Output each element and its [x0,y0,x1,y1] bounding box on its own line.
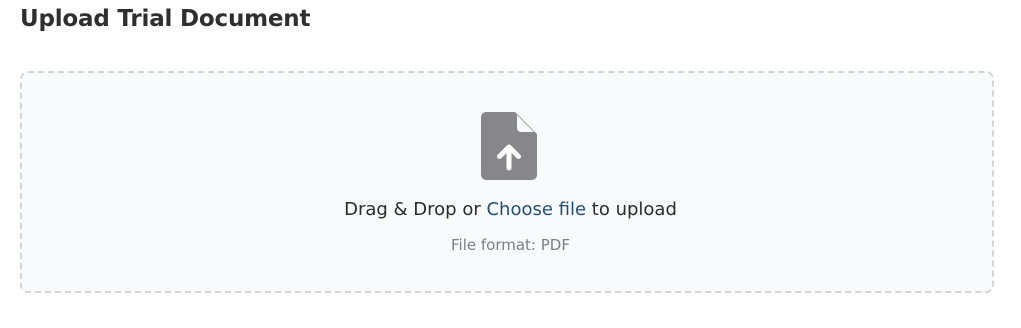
file-format-hint: File format: PDF [451,236,570,254]
upload-prompt-prefix: Drag & Drop or [344,199,487,220]
page-title: Upload Trial Document [20,6,311,32]
choose-file-link[interactable]: Choose file [486,199,586,220]
upload-prompt-suffix: to upload [586,199,677,220]
file-dropzone[interactable] [20,71,994,293]
upload-prompt: Drag & Drop or Choose file to upload [0,199,1021,220]
file-upload-icon[interactable] [481,112,537,180]
